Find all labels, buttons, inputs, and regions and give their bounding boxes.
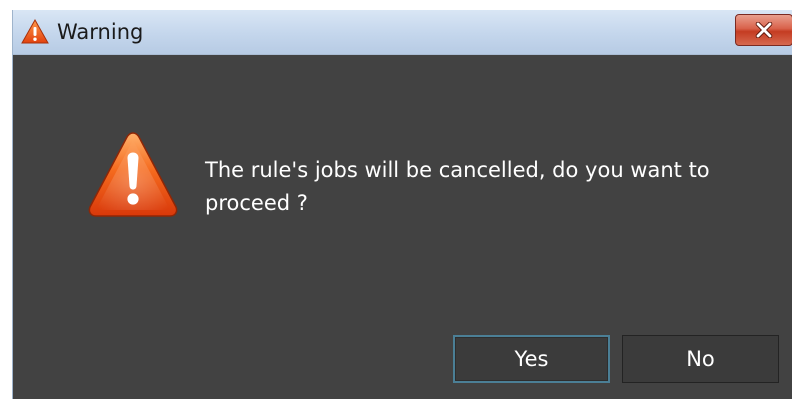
warning-icon <box>21 19 49 44</box>
dialog-title: Warning <box>57 20 144 44</box>
warning-icon <box>88 132 178 217</box>
title-bar[interactable]: Warning <box>13 10 792 55</box>
warning-dialog: Warning The rule's jobs will be cancelle… <box>12 10 792 399</box>
yes-button[interactable]: Yes <box>453 335 610 383</box>
close-icon <box>755 22 773 38</box>
no-button[interactable]: No <box>622 335 779 383</box>
close-button[interactable] <box>735 14 792 46</box>
dialog-message: The rule's jobs will be cancelled, do yo… <box>205 158 710 215</box>
